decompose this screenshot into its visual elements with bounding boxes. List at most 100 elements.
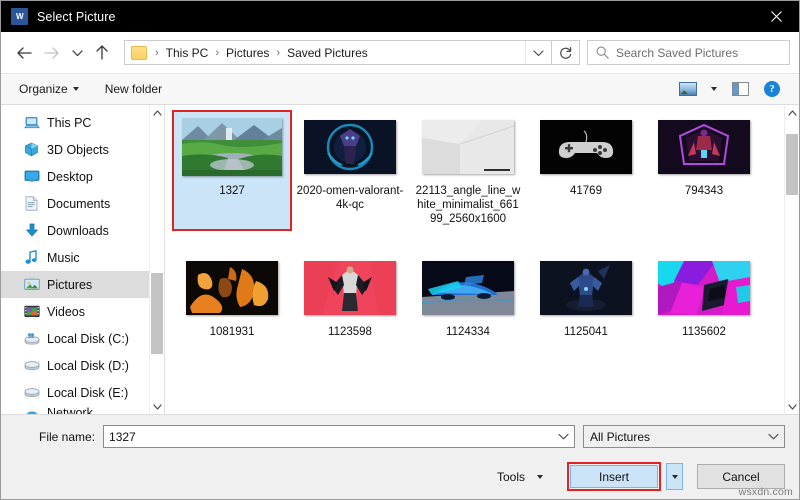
sidebar-item-label: Pictures [47,277,93,292]
sidebar-item-label: Local Disk (E:) [47,385,129,400]
sidebar-item-documents[interactable]: Documents [1,190,149,217]
help-label: ? [764,81,780,97]
file-tile-1124334[interactable]: 1124334 [409,252,527,343]
documents-icon [23,196,40,212]
sidebar-item-local-disk-c[interactable]: Local Disk (C:) [1,325,149,352]
chevron-down-icon [537,474,543,479]
tools-button[interactable]: Tools [487,466,553,488]
forward-arrow-icon [38,39,66,67]
sidebar-item-network[interactable]: Network [1,406,149,414]
search-box[interactable]: Search Saved Pictures [587,40,790,65]
thumbnail-white-minimal-corner [422,120,514,174]
file-type-filter-value: All Pictures [590,429,651,444]
help-icon[interactable]: ? [757,77,787,101]
sidebar-item-desktop[interactable]: Desktop [1,163,149,190]
thumbnail-wrap [182,258,282,318]
recent-locations-chevron-icon[interactable] [66,39,88,67]
sidebar-item-label: Desktop [47,169,93,184]
sidebar-scroll-thumb[interactable] [151,273,163,355]
new-folder-button[interactable]: New folder [99,79,168,99]
organize-button[interactable]: Organize [13,79,85,99]
thumbnail-wrap [654,258,754,318]
thumbnail-landscape-waterfall [182,118,282,176]
thumbnail-wrap [536,258,636,318]
file-tile-1123598[interactable]: 1123598 [291,252,409,343]
file-list-scroll-thumb[interactable] [786,133,798,196]
file-grid: 1327 2020-omen-valorant-4k-qc 22113_angl… [165,105,784,414]
sidebar-item-local-disk-e[interactable]: Local Disk (E:) [1,379,149,406]
file-name-label: 41769 [570,185,602,197]
scroll-down-icon[interactable] [150,399,164,414]
file-name-chevron-down-icon[interactable] [552,433,574,440]
insert-button-annotation: Insert [567,462,661,491]
organize-label: Organize [19,82,68,96]
file-list-scrollbar[interactable] [784,105,799,414]
file-tile-1135602[interactable]: 1135602 [645,252,763,343]
file-list-area: 1327 2020-omen-valorant-4k-qc 22113_angl… [165,105,799,414]
refresh-icon[interactable] [552,40,580,65]
view-mode-chevron-down-icon[interactable] [705,77,723,101]
chevron-down-icon [671,474,678,479]
scroll-up-icon[interactable] [785,105,799,120]
file-tile-794343[interactable]: 794343 [645,111,763,230]
file-type-filter-select[interactable]: All Pictures [583,425,785,448]
command-toolbar: Organize New folder ? [1,73,799,105]
file-name-label: 1123598 [328,326,372,338]
thumbnail-orange-abstract [186,261,278,315]
file-tile-41769[interactable]: 41769 [527,111,645,230]
up-arrow-icon[interactable] [88,39,116,67]
address-bar[interactable]: › This PC › Pictures › Saved Pictures [124,40,552,65]
scroll-down-icon[interactable] [785,399,799,414]
thumbnail-neon-purple-figure [658,120,750,174]
file-name-label: 794343 [684,185,724,197]
thumbnail-blue-neon-car [422,261,514,315]
sidebar-item-label: Network [47,406,93,414]
file-name-label: 1124334 [446,326,490,338]
window-title: Select Picture [37,9,116,24]
view-mode-icon[interactable] [673,77,703,101]
back-arrow-icon[interactable] [10,39,38,67]
sidebar-item-music[interactable]: Music [1,244,149,271]
sidebar-item-this-pc[interactable]: This PC [1,109,149,136]
breadcrumb-pictures[interactable]: Pictures [223,46,272,60]
sidebar-scroll-track[interactable] [150,120,164,399]
breadcrumb-this-pc[interactable]: This PC [163,46,212,60]
network-icon [23,406,40,414]
drive-icon [23,385,40,401]
file-tile-22113-angle-line[interactable]: 22113_angle_line_white_minimalist_66199_… [409,111,527,230]
word-icon: W [11,8,28,25]
tools-label: Tools [496,469,525,484]
sidebar-item-downloads[interactable]: Downloads [1,217,149,244]
filter-chevron-down-icon[interactable] [762,433,784,440]
file-tile-1327[interactable]: 1327 [172,110,292,231]
breadcrumb-saved-pictures[interactable]: Saved Pictures [284,46,371,60]
sidebar-item-pictures[interactable]: Pictures [1,271,149,298]
3d-objects-icon [23,142,40,158]
window-controls [753,1,799,32]
file-name-input[interactable]: 1327 [103,425,575,448]
insert-button[interactable]: Insert [570,465,658,488]
preview-pane-icon[interactable] [725,77,755,101]
close-icon[interactable] [753,1,799,32]
chevron-down-icon [72,87,79,91]
thumbnail-magenta-cyan-abstract [658,261,750,315]
sidebar-item-videos[interactable]: Videos [1,298,149,325]
drive-icon [23,358,40,374]
address-chevron-down-icon[interactable] [525,41,551,64]
file-tile-2020-omen-valorant-4k-qc[interactable]: 2020-omen-valorant-4k-qc [291,111,409,230]
thumbnail-wrap [654,117,754,177]
navigation-bar: › This PC › Pictures › Saved Pictures Se… [1,32,799,73]
thumbnail-red-character [304,261,396,315]
insert-dropdown-button[interactable] [666,463,683,490]
sidebar-item-label: Downloads [47,223,109,238]
file-tile-1125041[interactable]: 1125041 [527,252,645,343]
sidebar-item-local-disk-d[interactable]: Local Disk (D:) [1,352,149,379]
file-name-label: 2020-omen-valorant-4k-qc [296,185,404,211]
search-input[interactable]: Search Saved Pictures [616,46,738,60]
file-tile-1081931[interactable]: 1081931 [173,252,291,343]
sidebar-scrollbar[interactable] [149,105,164,414]
this-pc-icon [23,115,40,131]
file-list-scroll-track[interactable] [785,120,799,399]
sidebar-item-3d-objects[interactable]: 3D Objects [1,136,149,163]
scroll-up-icon[interactable] [150,105,164,120]
